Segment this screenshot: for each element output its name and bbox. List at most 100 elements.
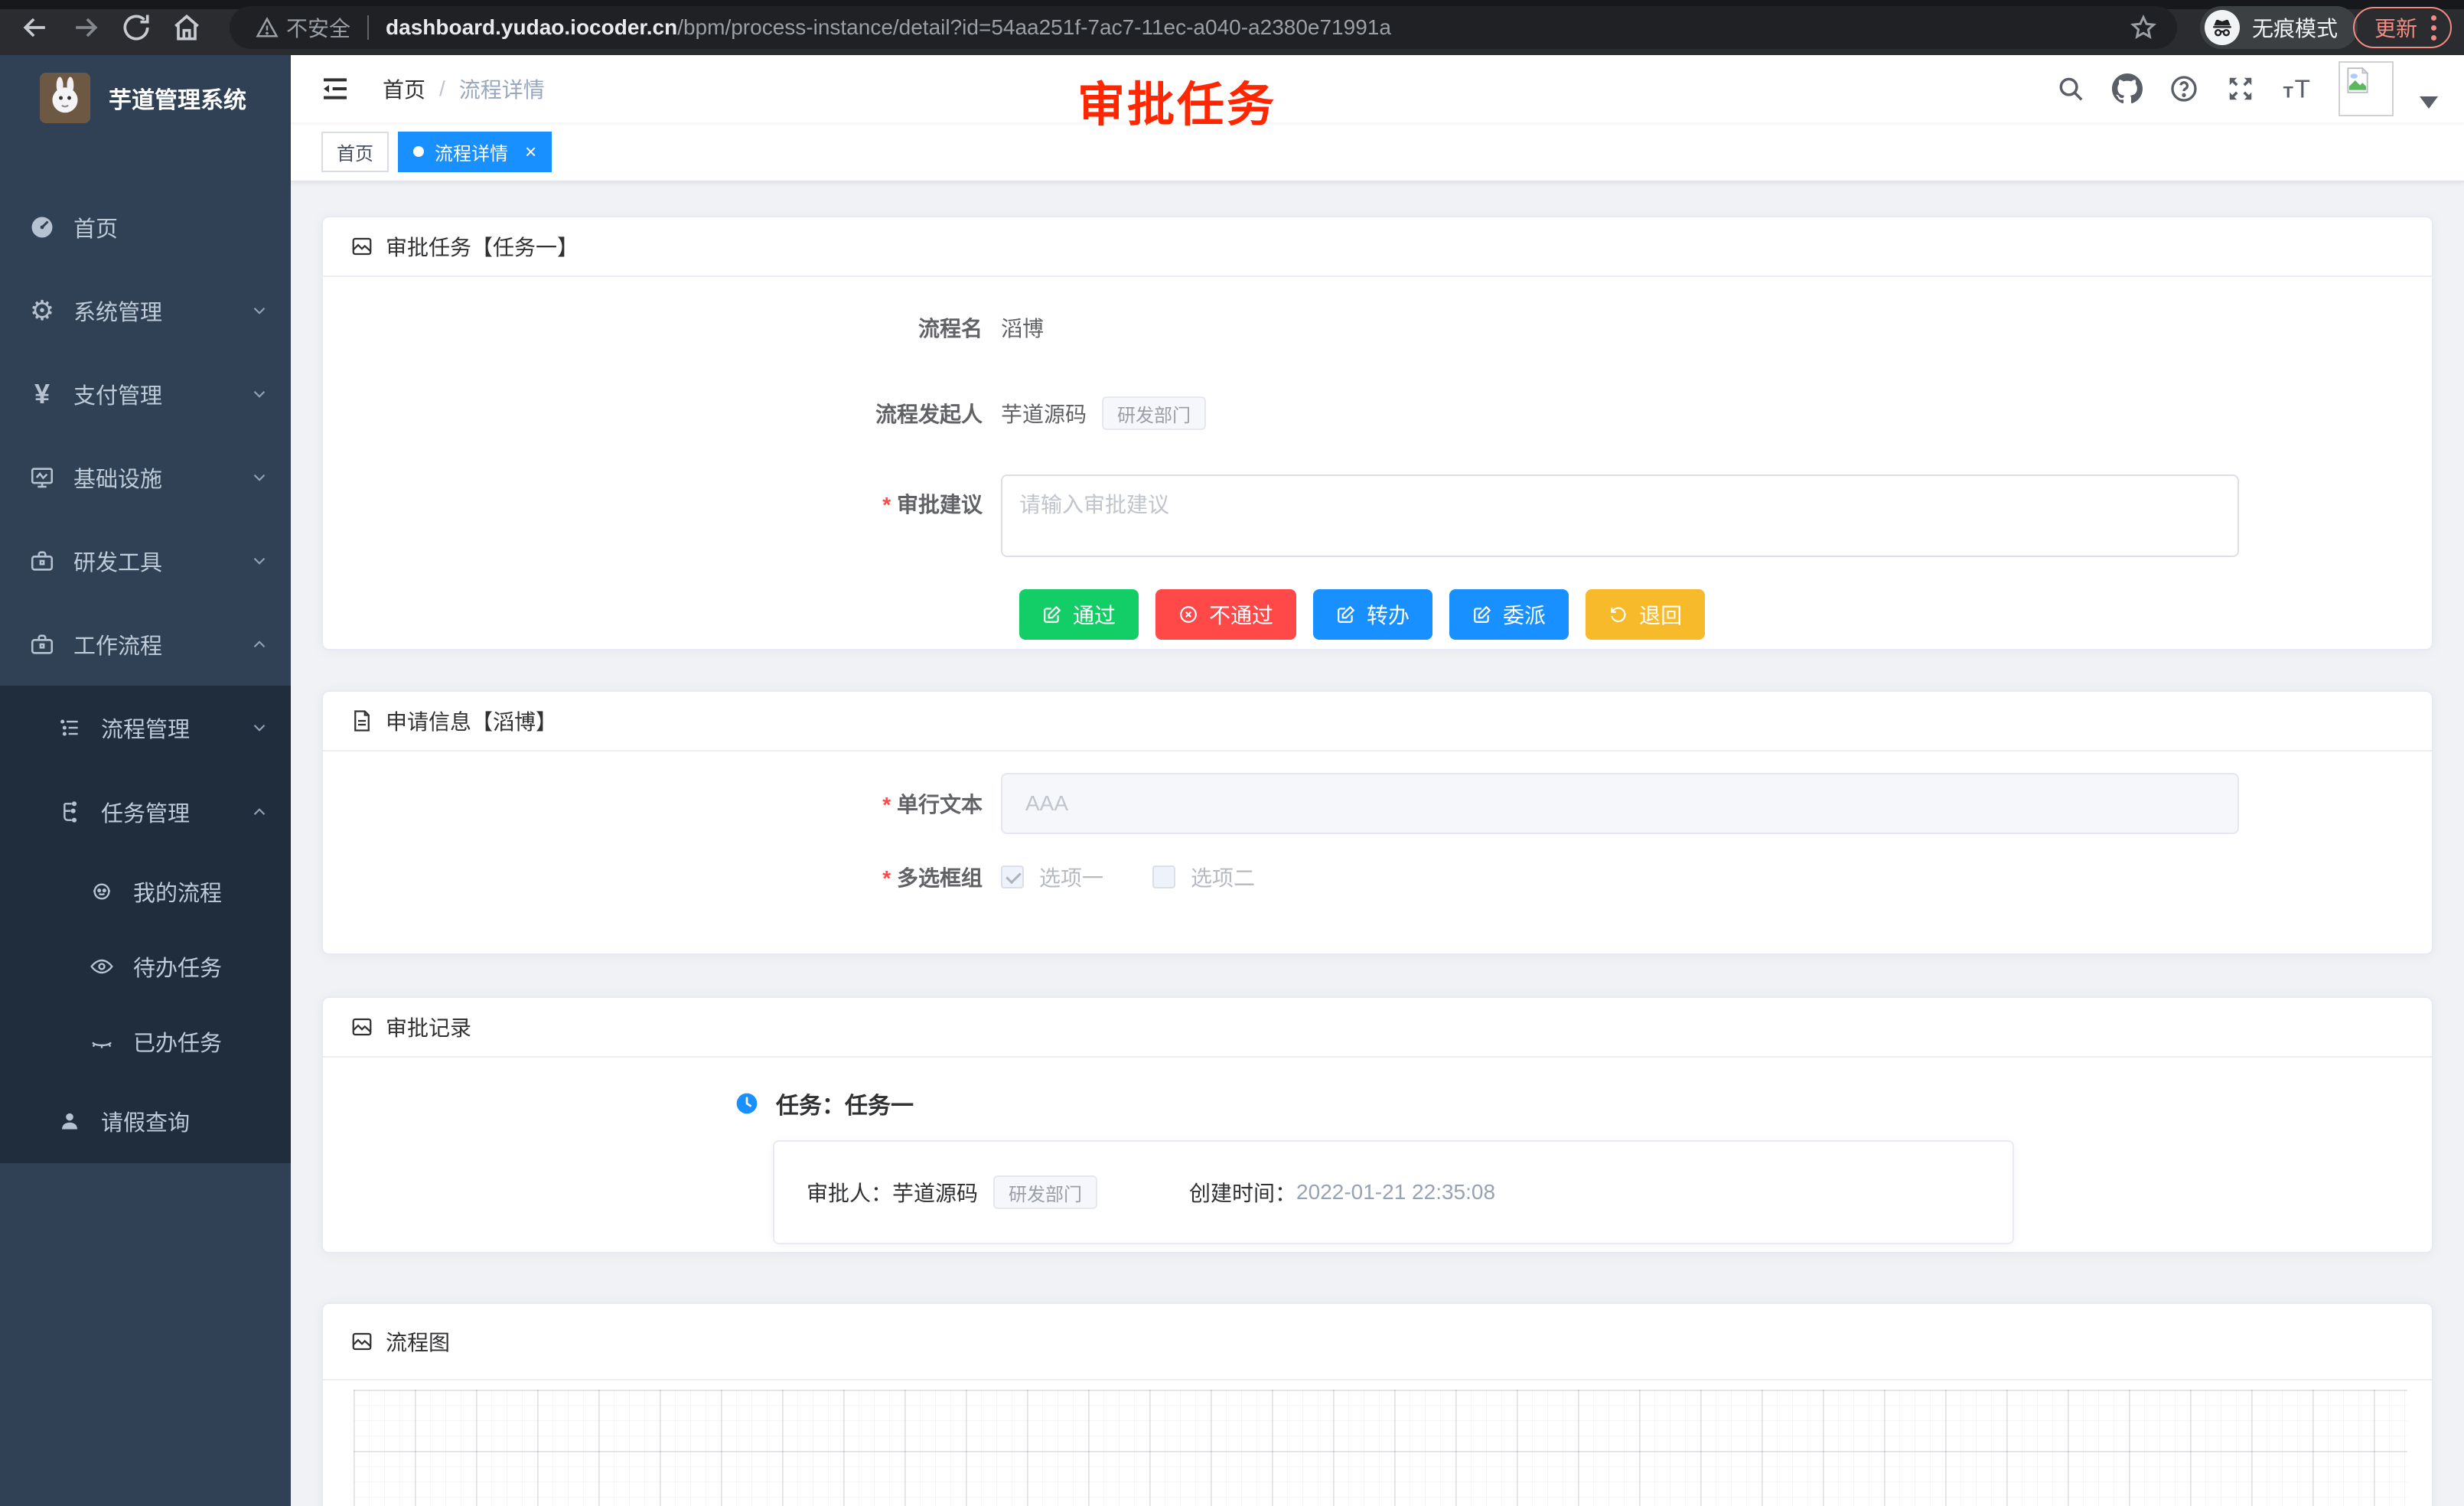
sidebar: 芋道管理系统 首页 ⚙ 系统管理 ¥ 支付管理 基础设施: [0, 55, 291, 1506]
sidebar-item-workflow[interactable]: 工作流程: [0, 602, 291, 686]
header-actions: TT: [2055, 61, 2438, 116]
initiator-row: 流程发起人 芋道源码 研发部门: [323, 396, 2432, 430]
initiator-value: 芋道源码 研发部门: [1001, 396, 1206, 430]
approve-card-header: 审批任务【任务一】: [323, 217, 2432, 277]
close-icon[interactable]: ×: [525, 142, 536, 161]
chevron-up-icon: [249, 802, 269, 822]
app-title: 芋道管理系统: [109, 81, 246, 115]
chevron-down-icon: [249, 551, 269, 571]
checkbox-group: 选项一 选项二: [1001, 862, 1255, 892]
department-tag: 研发部门: [1102, 396, 1206, 430]
tab-label: 流程详情: [435, 139, 508, 165]
sidebar-item-process-management[interactable]: 流程管理: [0, 686, 291, 770]
sidebar-menu: 首页 ⚙ 系统管理 ¥ 支付管理 基础设施 研发工具: [0, 141, 291, 1163]
card-title: 流程图: [386, 1326, 450, 1357]
sidebar-item-home[interactable]: 首页: [0, 185, 291, 269]
avatar-caret-icon[interactable]: [2420, 96, 2438, 109]
help-icon[interactable]: [2169, 73, 2199, 104]
bookmark-star-icon[interactable]: [2130, 14, 2157, 41]
chevron-up-icon: [249, 634, 269, 654]
return-button[interactable]: 退回: [1586, 589, 1705, 640]
sidebar-item-label: 支付管理: [73, 378, 162, 410]
sidebar-item-label: 系统管理: [73, 295, 162, 327]
briefcase-icon: [28, 630, 57, 659]
breadcrumb-separator: /: [439, 77, 445, 101]
browser-menu-icon[interactable]: [2431, 15, 2436, 41]
sidebar-item-my-process[interactable]: 我的流程: [0, 854, 291, 929]
initiator-name: 芋道源码: [1001, 398, 1087, 429]
reject-button[interactable]: 不通过: [1155, 589, 1296, 640]
sidebar-item-payment[interactable]: ¥ 支付管理: [0, 352, 291, 435]
application-info-card: 申请信息【滔博】 单行文本 多选框组 选项一 选项二: [321, 690, 2433, 955]
card-title: 审批任务【任务一】: [386, 231, 579, 262]
delegate-button[interactable]: 委派: [1449, 589, 1569, 640]
task-title: 任务：任务一: [776, 1087, 914, 1120]
button-label: 通过: [1073, 599, 1116, 630]
record-detail-box: 审批人： 芋道源码 研发部门 创建时间： 2022-01-21 22:35:08: [773, 1140, 2014, 1244]
sidebar-item-label: 工作流程: [73, 628, 162, 660]
list-tree-icon: [55, 713, 84, 742]
tags-view-bar: 首页 流程详情 ×: [291, 122, 2464, 182]
opinion-label: 审批建议: [323, 474, 1001, 519]
github-icon[interactable]: [2112, 73, 2143, 104]
sidebar-item-label: 待办任务: [133, 950, 222, 983]
browser-update-button[interactable]: 更新: [2353, 7, 2452, 48]
opinion-textarea[interactable]: [1001, 474, 2239, 557]
incognito-icon: [2205, 10, 2240, 45]
gear-icon: ⚙: [28, 296, 57, 325]
search-icon[interactable]: [2055, 73, 2086, 104]
security-indicator[interactable]: 不安全: [256, 12, 350, 43]
browser-toolbar: 不安全 dashboard.yudao.iocoder.cn/bpm/proce…: [0, 0, 2464, 55]
sidebar-item-task-management[interactable]: 任务管理: [0, 770, 291, 854]
checkbox-option-2[interactable]: 选项二: [1152, 862, 1255, 892]
checkbox-label: 选项一: [1039, 862, 1103, 892]
document-icon: [350, 709, 373, 732]
application-card-header: 申请信息【滔博】: [323, 692, 2432, 751]
sidebar-item-label: 研发工具: [73, 545, 162, 577]
sidebar-item-leave-query[interactable]: 请假查询: [0, 1079, 291, 1163]
sidebar-logo-row[interactable]: 芋道管理系统: [0, 55, 291, 141]
picture-icon: [350, 1015, 373, 1038]
font-size-icon[interactable]: TT: [2282, 73, 2312, 104]
browser-home-button[interactable]: [170, 11, 204, 44]
transfer-button[interactable]: 转办: [1313, 589, 1432, 640]
sidebar-item-todo-tasks[interactable]: 待办任务: [0, 929, 291, 1004]
clock-timeline-icon: [735, 1091, 759, 1116]
incognito-badge: 无痕模式: [2200, 6, 2358, 49]
incognito-label: 无痕模式: [2252, 12, 2338, 43]
tab-process-detail[interactable]: 流程详情 ×: [398, 132, 552, 172]
bpmn-canvas[interactable]: [354, 1390, 2407, 1506]
sidebar-item-infrastructure[interactable]: 基础设施: [0, 435, 291, 519]
picture-icon: [350, 235, 373, 258]
app-logo: [40, 73, 90, 123]
button-label: 退回: [1639, 599, 1682, 630]
robot-icon: [87, 877, 116, 906]
edit-icon: [1336, 605, 1356, 624]
sidebar-item-done-tasks[interactable]: 已办任务: [0, 1004, 291, 1079]
eye-open-icon: [87, 952, 116, 981]
initiator-label: 流程发起人: [323, 398, 1001, 429]
annotation-overlay: 审批任务: [1077, 66, 1276, 135]
picture-icon: [350, 1330, 373, 1353]
sidebar-item-system[interactable]: ⚙ 系统管理: [0, 269, 291, 352]
button-label: 不通过: [1209, 599, 1273, 630]
tab-home[interactable]: 首页: [321, 132, 389, 172]
approve-task-card: 审批任务【任务一】 流程名 滔博 流程发起人 芋道源码 研发部门 审批建议: [321, 216, 2433, 650]
approver-label: 审批人：: [807, 1177, 892, 1208]
breadcrumb-home[interactable]: 首页: [383, 73, 425, 104]
sidebar-fold-icon[interactable]: [320, 73, 350, 104]
approve-button[interactable]: 通过: [1019, 589, 1139, 640]
approval-record-card: 审批记录 任务：任务一 审批人： 芋道源码 研发部门 创建时间： 2022-01…: [321, 996, 2433, 1253]
single-text-input[interactable]: [1001, 773, 2239, 834]
fullscreen-icon[interactable]: [2225, 73, 2256, 104]
avatar[interactable]: [2339, 61, 2394, 116]
browser-forward-button[interactable]: [69, 11, 103, 44]
browser-back-button[interactable]: [18, 11, 52, 44]
eye-closed-icon: [87, 1027, 116, 1056]
checkbox-option-1[interactable]: 选项一: [1001, 862, 1103, 892]
url-path: /bpm/process-instance/detail?id=54aa251f…: [677, 15, 1391, 40]
address-bar[interactable]: 不安全 dashboard.yudao.iocoder.cn/bpm/proce…: [230, 6, 2177, 49]
browser-reload-button[interactable]: [119, 11, 153, 44]
timeline-task-row: 任务：任务一: [735, 1087, 2432, 1120]
sidebar-item-dev-tools[interactable]: 研发工具: [0, 519, 291, 602]
